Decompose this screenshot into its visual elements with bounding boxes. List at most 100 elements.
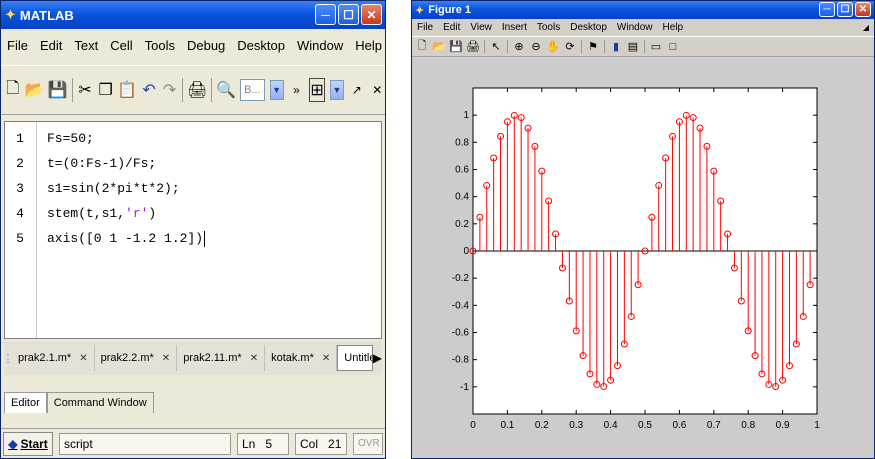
code-line[interactable]: axis([0 1 -1.2 1.2]): [47, 228, 206, 250]
zoom-out-icon[interactable]: ⊖: [530, 40, 542, 54]
code-line[interactable]: t=(0:Fs-1)/Fs;: [47, 153, 156, 175]
menu-window[interactable]: Window: [291, 38, 349, 53]
stack-dropdown[interactable]: B...: [240, 79, 265, 101]
minimize-button[interactable]: ─: [819, 2, 835, 17]
tab-untitled[interactable]: Untitled: [337, 345, 373, 371]
column-indicator: Col 21: [295, 432, 347, 455]
close-editor-icon[interactable]: ✕: [370, 78, 386, 102]
code-line[interactable]: s1=sin(2*pi*t*2);: [47, 178, 180, 200]
tab-prak2-11[interactable]: prak2.11.m* ✕: [177, 345, 266, 371]
pan-hand-icon[interactable]: ✋: [546, 40, 560, 54]
rotate-3d-icon[interactable]: ⟳: [564, 40, 576, 54]
data-cursor-icon[interactable]: ⚑: [587, 40, 599, 54]
menu-insert[interactable]: Insert: [497, 22, 532, 33]
tile-layout-icon[interactable]: ⊞: [309, 78, 325, 102]
menu-tools[interactable]: Tools: [532, 22, 565, 33]
start-button[interactable]: ◆ Start: [3, 431, 53, 456]
layout-dropdown-icon[interactable]: ▼: [329, 80, 344, 100]
redo-icon[interactable]: ↷: [162, 78, 178, 102]
close-button[interactable]: ✕: [361, 4, 382, 25]
close-tab-icon[interactable]: ✕: [250, 353, 258, 364]
tab-kotak[interactable]: kotak.m* ✕: [265, 345, 338, 371]
y-tick-label: 0: [463, 246, 469, 257]
toolbar-separator: [211, 78, 213, 102]
figure-menubar: File Edit View Insert Tools Desktop Wind…: [412, 19, 874, 36]
plot-tools-show-icon[interactable]: □: [667, 40, 679, 54]
close-tab-icon[interactable]: ✕: [162, 353, 170, 364]
tab-prak2-1[interactable]: prak2.1.m* ✕: [12, 345, 95, 371]
code-editor[interactable]: 1 2 3 4 5 Fs=50; t=(0:Fs-1)/Fs; s1=sin(2…: [4, 121, 382, 339]
figure-titlebar[interactable]: ✦ Figure 1 ─ ☐ ✕: [412, 1, 874, 19]
stem-plot[interactable]: 0 0.1 0.2 0.3 0.4 0.5 0.6 0.7 0.8 0.9 1 -1 -0.8 -0.6 -…: [412, 58, 874, 458]
code-line[interactable]: Fs=50;: [47, 128, 94, 150]
menu-window[interactable]: Window: [612, 22, 658, 33]
close-tab-icon[interactable]: ✕: [79, 353, 87, 364]
menu-text[interactable]: Text: [68, 38, 104, 53]
code-line[interactable]: stem(t,s1,'r'): [47, 203, 156, 225]
menu-cell[interactable]: Cell: [104, 38, 138, 53]
scroll-right-icon[interactable]: ▶: [373, 346, 382, 370]
menu-view[interactable]: View: [465, 22, 497, 33]
y-tick-label: -0.4: [452, 300, 470, 311]
find-icon[interactable]: 🔍: [216, 78, 236, 102]
y-tick-label: -0.2: [452, 273, 470, 284]
col-label: Col: [300, 436, 319, 451]
save-icon[interactable]: 💾: [48, 78, 68, 102]
colorbar-icon[interactable]: ▮: [610, 40, 622, 54]
toolbar-overflow-icon[interactable]: »: [289, 78, 305, 102]
menu-file[interactable]: File: [412, 22, 438, 33]
matlab-menubar: File Edit Text Cell Tools Debug Desktop …: [1, 29, 385, 61]
copy-icon[interactable]: ❐: [98, 78, 114, 102]
tab-command-window[interactable]: Command Window: [46, 392, 154, 413]
status-bar: ◆ Start script Ln 5 Col 21 OVR: [1, 428, 385, 458]
toolbar-separator: [484, 40, 485, 53]
menu-tools[interactable]: Tools: [139, 38, 181, 53]
x-tick-label: 0.9: [776, 420, 790, 431]
tab-prak2-2[interactable]: prak2.2.m* ✕: [95, 345, 178, 371]
y-tick-label: -0.8: [452, 355, 470, 366]
menu-file[interactable]: File: [1, 38, 34, 53]
print-icon[interactable]: 🖨: [187, 78, 207, 102]
minimize-button[interactable]: ─: [315, 4, 336, 25]
undo-icon[interactable]: ↶: [141, 78, 157, 102]
menu-edit[interactable]: Edit: [34, 38, 68, 53]
cut-icon[interactable]: ✂: [77, 78, 93, 102]
edit-plot-arrow-icon[interactable]: ↖: [490, 40, 502, 54]
menu-help[interactable]: Help: [658, 22, 689, 33]
save-icon[interactable]: 💾: [449, 40, 463, 54]
menu-desktop[interactable]: Desktop: [565, 22, 612, 33]
new-file-icon[interactable]: 🗋: [5, 78, 21, 102]
plot-tools-hide-icon[interactable]: ▭: [650, 40, 662, 54]
maximize-button[interactable]: ☐: [837, 2, 853, 17]
line-number: 4: [16, 206, 24, 221]
tab-editor[interactable]: Editor: [4, 392, 47, 413]
menu-debug[interactable]: Debug: [181, 38, 231, 53]
x-tick-label: 1: [814, 420, 820, 431]
y-tick-label: 0.2: [455, 219, 469, 230]
menu-help[interactable]: Help: [349, 38, 388, 53]
tab-label: prak2.11.m*: [183, 352, 242, 364]
figure-window: ✦ Figure 1 ─ ☐ ✕ File Edit View Insert T…: [411, 0, 875, 459]
x-tick-label: 0.8: [741, 420, 755, 431]
undock-icon[interactable]: ↗: [349, 78, 365, 102]
x-tick-label: 0.6: [672, 420, 686, 431]
y-tick-label: 0.4: [455, 192, 469, 203]
matlab-titlebar[interactable]: ✦ MATLAB ─ ☐ ✕: [1, 1, 385, 29]
print-icon[interactable]: 🖨: [466, 40, 480, 54]
open-folder-icon[interactable]: 📂: [432, 40, 446, 54]
open-folder-icon[interactable]: 📂: [25, 78, 45, 102]
legend-icon[interactable]: ▤: [627, 40, 639, 54]
close-tab-icon[interactable]: ✕: [322, 353, 330, 364]
paste-icon[interactable]: 📋: [117, 78, 137, 102]
zoom-in-icon[interactable]: ⊕: [513, 40, 525, 54]
menu-edit[interactable]: Edit: [438, 22, 465, 33]
figure-title: Figure 1: [428, 4, 472, 16]
line-number: 5: [16, 231, 24, 246]
menubar-overflow-icon[interactable]: ◢: [858, 23, 874, 32]
maximize-button[interactable]: ☐: [338, 4, 359, 25]
chevron-down-icon[interactable]: ▼: [269, 80, 284, 100]
line-number: 3: [16, 181, 24, 196]
close-button[interactable]: ✕: [855, 2, 871, 17]
menu-desktop[interactable]: Desktop: [231, 38, 291, 53]
new-figure-icon[interactable]: 🗋: [416, 40, 428, 54]
